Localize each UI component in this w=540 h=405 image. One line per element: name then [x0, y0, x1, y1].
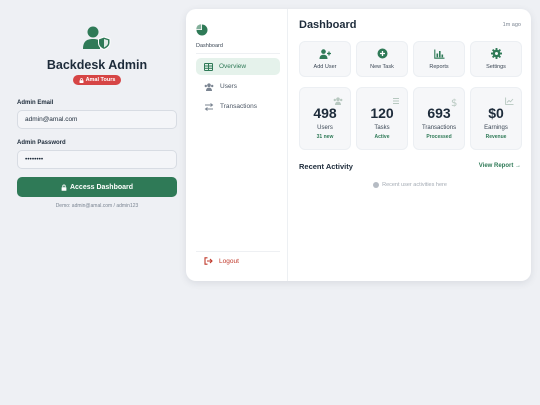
list-icon — [393, 98, 399, 104]
user-shield-icon — [83, 26, 111, 50]
password-label: Admin Password — [17, 140, 66, 146]
line-chart-icon — [505, 97, 514, 105]
sidebar-item-label: Users — [220, 83, 237, 90]
org-badge: Amal Tours — [72, 75, 122, 85]
quick-action-label: Settings — [486, 64, 506, 70]
sidebar: Dashboard Overview Users Transactions Lo… — [186, 9, 288, 281]
stat-label: Transactions — [421, 125, 457, 131]
quick-action-label: Reports — [429, 63, 449, 70]
password-field[interactable]: •••••••• — [17, 150, 177, 169]
stat-card-users: 498 Users 31 new — [299, 87, 351, 150]
reports-button[interactable]: Reports — [413, 41, 465, 77]
stat-value: $0 — [488, 105, 504, 121]
sidebar-item-label: Overview — [219, 63, 247, 70]
bar-chart-icon — [433, 49, 444, 59]
info-icon — [373, 182, 380, 188]
login-panel: Backdesk Admin Amal Tours Admin Email ad… — [17, 26, 177, 209]
users-icon — [333, 97, 343, 105]
sidebar-item-users[interactable]: Users — [196, 78, 280, 95]
org-badge-label: Amal Tours — [85, 77, 116, 83]
settings-button[interactable]: Settings — [470, 41, 522, 77]
demo-credentials: Demo: admin@amal.com / admin123 — [55, 203, 139, 209]
lock-icon — [79, 77, 84, 83]
access-dashboard-button[interactable]: Access Dashboard — [17, 177, 177, 197]
stat-card-earnings: $0 Earnings Revenue — [470, 87, 522, 150]
sidebar-divider — [196, 251, 280, 252]
access-dashboard-label: Access Dashboard — [69, 183, 134, 191]
user-plus-icon — [319, 48, 331, 59]
email-label: Admin Email — [17, 100, 54, 106]
activity-empty-text: Recent user activities here — [382, 182, 447, 188]
sidebar-divider — [196, 53, 280, 54]
last-updated: 1m ago — [502, 22, 521, 28]
recent-activity-title: Recent Activity — [299, 162, 353, 171]
stat-label: Tasks — [374, 125, 390, 131]
sidebar-brand[interactable]: Dashboard — [196, 23, 223, 49]
stat-label: Earnings — [484, 125, 508, 131]
page-title: Dashboard — [299, 19, 357, 31]
login-logo — [17, 26, 177, 50]
stat-value: 120 — [370, 105, 394, 121]
quick-action-label: Add User — [313, 63, 337, 70]
logout-button[interactable]: Logout — [204, 257, 239, 265]
dashboard-card: Dashboard Overview Users Transactions Lo… — [186, 9, 531, 281]
logout-icon — [204, 257, 213, 265]
lock-icon — [61, 184, 67, 191]
sidebar-item-label: Transactions — [220, 103, 257, 110]
sidebar-item-overview[interactable]: Overview — [196, 58, 280, 75]
users-icon — [204, 82, 214, 91]
quick-action-label: New Task — [370, 64, 394, 70]
plus-circle-icon — [377, 48, 387, 59]
add-user-button[interactable]: Add User — [299, 41, 351, 77]
gear-icon — [490, 48, 502, 59]
new-task-button[interactable]: New Task — [356, 41, 408, 77]
sidebar-item-transactions[interactable]: Transactions — [196, 98, 280, 115]
stat-sub: Processed — [426, 134, 452, 140]
password-value: •••••••• — [25, 156, 44, 163]
view-report-link[interactable]: View Report → — [479, 163, 521, 169]
stat-value: 693 — [427, 105, 451, 121]
stat-sub: Revenue — [485, 134, 507, 140]
stat-card-tasks: 120 Tasks Active — [356, 87, 408, 150]
pie-chart-icon — [196, 24, 208, 36]
sidebar-brand-label: Dashboard — [196, 43, 223, 49]
stat-label: Users — [317, 125, 333, 131]
stat-sub: Active — [374, 134, 390, 140]
logout-label: Logout — [219, 257, 239, 265]
login-title: Backdesk Admin — [46, 58, 148, 72]
email-value: admin@amal.com — [25, 116, 78, 123]
table-icon — [204, 62, 213, 71]
email-field[interactable]: admin@amal.com — [17, 110, 177, 129]
stat-card-transactions: $ 693 Transactions Processed — [413, 87, 465, 150]
stat-sub: 31 new — [316, 134, 334, 140]
exchange-icon — [204, 102, 214, 111]
activity-empty-state: Recent user activities here — [299, 182, 521, 188]
stat-value: 498 — [313, 105, 337, 121]
